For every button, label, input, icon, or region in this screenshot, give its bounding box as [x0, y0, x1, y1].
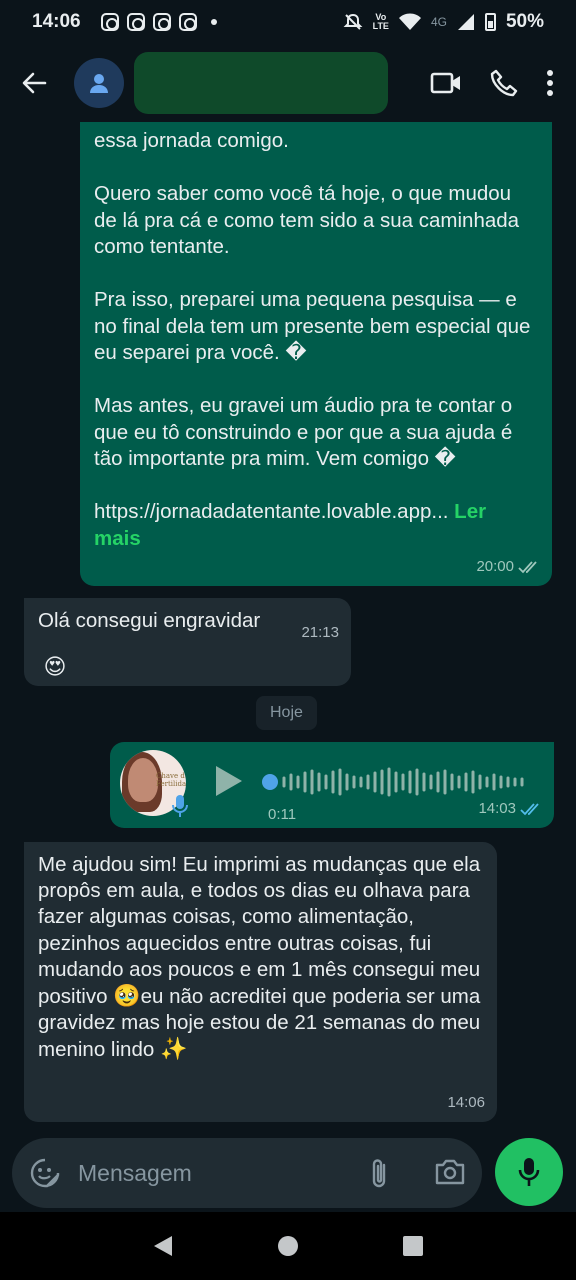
message-meta: 21:13 — [301, 620, 339, 647]
home-nav-icon[interactable] — [277, 1235, 299, 1257]
instagram-notification-icon — [178, 13, 197, 31]
system-nav-bar — [0, 1212, 576, 1280]
incoming-message[interactable]: Olá consegui engravidar 21:13 — [24, 598, 351, 686]
message-time: 14:06 — [447, 1093, 485, 1111]
voice-message[interactable]: Chave daFertilidade 0:11 14:03 — [110, 742, 554, 828]
message-composer[interactable]: Mensagem — [12, 1138, 482, 1208]
signal-icon — [457, 14, 474, 30]
message-time: 20:00 — [476, 557, 514, 575]
message-text: Olá consegui engravidar — [38, 609, 261, 632]
instagram-notification-icon — [100, 13, 119, 31]
voice-record-button[interactable] — [495, 1138, 563, 1206]
more-notifications-icon — [210, 19, 217, 25]
mute-icon — [343, 13, 363, 30]
status-bar: 14:06 Vo LTE 4G 50% — [0, 0, 576, 44]
camera-icon[interactable] — [434, 1157, 466, 1187]
wifi-icon — [398, 13, 421, 30]
play-icon[interactable] — [214, 764, 244, 798]
contact-avatar[interactable] — [74, 58, 124, 108]
network-type: 4G — [430, 15, 447, 29]
emoji: 🥹 — [113, 983, 141, 1009]
volte-indicator: Vo LTE — [372, 12, 389, 31]
message-text: Pra isso, preparei uma pequena pesquisa … — [94, 288, 531, 364]
more-options-icon[interactable] — [546, 69, 554, 97]
double-check-icon — [518, 561, 537, 574]
date-separator: Hoje — [256, 696, 317, 730]
message-text: Mas antes, eu gravei um áudio pra te con… — [94, 394, 513, 470]
instagram-notification-icon — [126, 13, 145, 31]
brand-logo: Chave daFertilidade — [156, 772, 186, 788]
message-link-line: https://jornadadatentante.lovable.app...… — [94, 499, 538, 552]
video-call-icon[interactable] — [430, 71, 462, 95]
message-time: 21:13 — [301, 624, 339, 641]
microphone-icon — [172, 795, 188, 817]
emoji: ✨ — [159, 1036, 188, 1062]
message-time: 14:03 — [478, 799, 516, 817]
contact-name[interactable] — [134, 52, 388, 114]
battery-percent: 50% — [505, 11, 544, 32]
outgoing-message[interactable]: essa jornada comigo. Quero saber como vo… — [80, 122, 552, 586]
double-check-icon — [520, 803, 539, 816]
reaction-emoji[interactable]: 😍 — [38, 650, 72, 684]
message-meta: 14:03 — [478, 796, 542, 823]
phone-icon[interactable] — [490, 69, 518, 97]
back-arrow-icon[interactable] — [14, 63, 54, 103]
microphone-icon — [518, 1158, 540, 1186]
status-time: 14:06 — [32, 11, 81, 32]
message-meta: 14:06 — [447, 1090, 485, 1116]
message-input[interactable]: Mensagem — [78, 1160, 192, 1187]
recents-nav-icon[interactable] — [402, 1235, 424, 1257]
incoming-message[interactable]: Me ajudou sim! Eu imprimi as mudanças qu… — [24, 842, 497, 1122]
message-text: Quero saber como você tá hoje, o que mud… — [94, 182, 520, 258]
back-nav-icon[interactable] — [152, 1234, 174, 1258]
battery-icon — [484, 13, 496, 31]
person-icon — [90, 74, 108, 93]
instagram-notification-icon — [152, 13, 171, 31]
chat-area[interactable]: essa jornada comigo. Quero saber como vo… — [0, 122, 576, 1138]
attach-icon[interactable] — [368, 1157, 390, 1189]
message-text: essa jornada comigo. — [94, 129, 289, 152]
message-meta: 20:00 — [476, 554, 540, 581]
voice-duration: 0:11 — [268, 806, 297, 823]
message-link[interactable]: https://jornadadatentante.lovable.app... — [94, 500, 448, 523]
sticker-icon[interactable] — [30, 1158, 60, 1188]
chat-header — [0, 44, 576, 122]
